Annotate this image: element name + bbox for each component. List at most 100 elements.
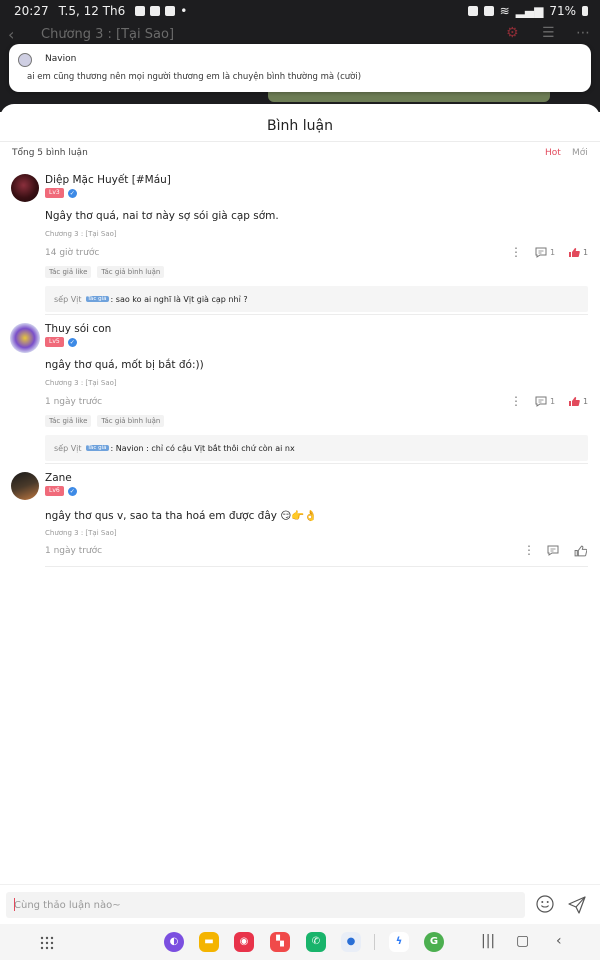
verified-icon: ✓ [67,188,77,198]
comment-text: ngây thơ quá, mốt bị bắt đó:)) [45,359,204,371]
comment-icon [535,247,547,258]
reply-button[interactable]: 1 [535,396,555,407]
wifi-icon: ≋ [499,4,510,18]
level-badge: Lv6 [45,486,64,496]
reply-count: 1 [550,248,556,257]
comment-tags: Tác giả like Tác giả bình luận [45,415,165,427]
comment-username[interactable]: Zane [45,472,72,484]
emoji-icon[interactable] [536,895,554,913]
author-badge: Tác giả [85,445,109,451]
back-icon[interactable]: ‹ [556,933,562,949]
comment-time: 1 ngày trước [45,397,103,407]
comment-total: Tổng 5 bình luận [12,148,88,158]
navigation-dock: ◐ ▬ ◉ ▚ ✆ ● ϟ G ||| ▢ ‹ [0,924,600,960]
avatar[interactable] [10,323,40,353]
like-count: 1 [583,248,589,257]
status-time: 20:27 [14,4,49,18]
comment-item: Thuy sói con Lv5 ✓ ngây thơ quá, mốt bị … [0,323,600,463]
grammarly-app-icon[interactable]: G [424,932,444,952]
avatar[interactable] [11,472,39,500]
verified-icon: ✓ [67,486,77,496]
app-drawer-icon[interactable] [40,936,54,950]
comment-username[interactable]: Thuy sói con [45,323,111,335]
comment-text: Ngây thơ quá, nai tơ này sợ sói già cạp … [45,210,279,222]
like-count: 1 [583,397,589,406]
more-icon[interactable]: ⋮ [510,245,522,259]
comment-chapter: Chương 3 : [Tại Sao] [45,529,117,537]
comment-input[interactable] [6,892,525,918]
notification-message: ai em cũng thương nên mọi người thương e… [27,72,362,82]
alarm-icon [483,6,494,16]
level-badge: Lv3 [45,188,64,198]
like-button[interactable]: 1 [568,247,588,258]
like-button[interactable] [574,545,587,557]
comment-time: 1 ngày trước [45,546,103,556]
capcut-icon [165,6,176,16]
like-icon [569,248,580,257]
status-right: ≋ ▂▄▆ 71% [467,4,588,18]
list-icon: ☰ [542,25,555,41]
verified-icon: ✓ [67,337,77,347]
divider [0,141,600,142]
battery-level: 71% [549,4,576,18]
comment-username[interactable]: Diệp Mặc Huyết [#Máu] [45,174,171,186]
send-icon[interactable] [567,895,587,915]
sort-hot-tab[interactable]: Hot [545,148,561,158]
author-comment-tag: Tác giả bình luận [97,266,165,278]
comment-separator [45,314,588,315]
reply-username: sếp Vịt [54,443,82,453]
phone-app-icon[interactable]: ✆ [306,932,326,952]
notification-sender: Navion [45,54,77,64]
reply-text: : sao ko ai nghĩ là Vịt già cạp nhỉ ? [110,294,248,304]
comment-icon [535,396,547,407]
author-reply[interactable]: sếp Vịt Tác giả : Navion : chỉ có cậu Vị… [45,435,588,461]
comment-tags: Tác giả like Tác giả bình luận [45,266,165,278]
sort-new-tab[interactable]: Mới [572,148,588,158]
recents-icon[interactable]: ||| [481,933,495,949]
comment-separator [45,463,588,464]
like-icon [569,397,580,406]
flipboard-app-icon[interactable]: ▚ [270,932,290,952]
signal-icon: ▂▄▆ [515,4,544,18]
background-chapter-title: Chương 3 : [Tại Sao] [41,27,175,42]
author-badge: Tác giả [85,296,109,302]
comment-item: Diệp Mặc Huyết [#Máu] Lv3 ✓ Ngây thơ quá… [0,174,600,314]
back-arrow-icon: ‹ [8,25,15,44]
camera-app-icon[interactable]: ◉ [234,932,254,952]
messenger-app-icon[interactable]: ϟ [389,932,409,952]
gallery-icon [135,6,146,16]
battery-icon [582,6,588,16]
author-like-tag: Tác giả like [45,266,92,278]
user-badges: Lv5 ✓ [45,337,77,347]
author-reply[interactable]: sếp Vịt Tác giả : sao ko ai nghĩ là Vịt … [45,286,588,312]
like-icon [574,545,587,557]
comments-sheet: Bình luận Tổng 5 bình luận Hot Mới Diệp … [0,104,600,960]
dot-icon: • [180,4,188,18]
author-comment-tag: Tác giả bình luận [97,415,165,427]
comment-chapter: Chương 3 : [Tại Sao] [45,379,117,387]
home-icon[interactable]: ▢ [516,933,529,949]
reply-username: sếp Vịt [54,294,82,304]
avatar[interactable] [11,174,39,202]
status-date: T.5, 12 Th6 [58,4,126,18]
notification-banner[interactable]: Navion ai em cũng thương nên mọi người t… [9,44,591,92]
comment-text: ngây thơ qus v, sao ta tha hoá em được đ… [45,510,318,522]
settings-icon: ⚙ [506,25,519,41]
status-bar: 20:27 T.5, 12 Th6 • ≋ ▂▄▆ 71% [0,0,600,22]
reply-button[interactable]: 1 [535,247,555,258]
text-cursor [14,898,15,911]
sheet-title: Bình luận [267,118,333,134]
status-icons: • [135,4,187,18]
user-badges: Lv3 ✓ [45,188,77,198]
author-like-tag: Tác giả like [45,415,92,427]
more-icon[interactable]: ⋮ [510,394,522,408]
reply-button[interactable] [547,545,559,556]
more-icon[interactable]: ⋮ [523,543,535,557]
like-button[interactable]: 1 [568,396,588,407]
lock-icon [467,6,478,16]
files-app-icon[interactable]: ▬ [199,932,219,952]
messages-app-icon[interactable]: ● [341,932,361,952]
cloud-icon [150,6,161,16]
browser-app-icon[interactable]: ◐ [164,932,184,952]
comment-input-bar [0,884,600,924]
